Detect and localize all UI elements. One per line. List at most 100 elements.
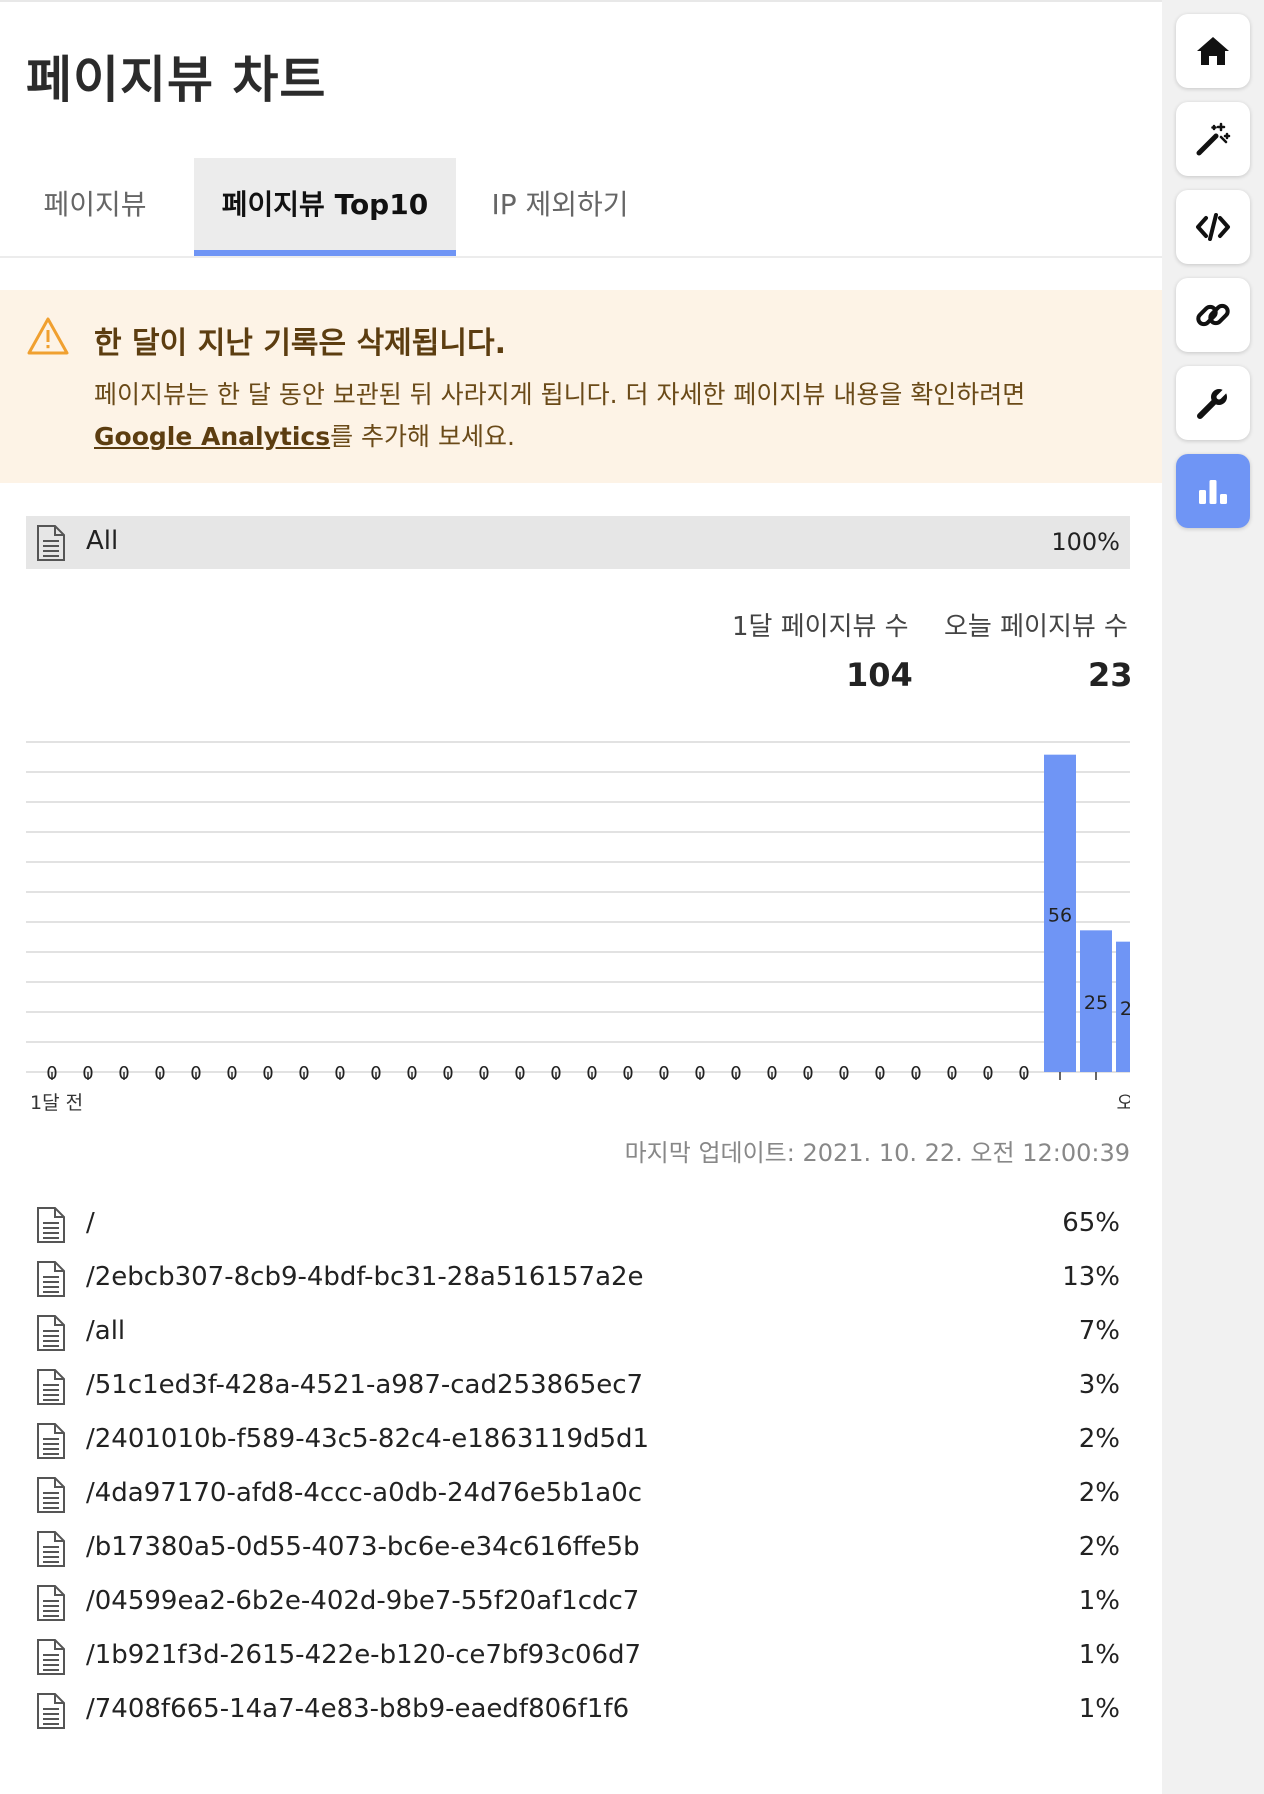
document-icon (37, 1315, 65, 1351)
link-icon (1196, 303, 1230, 327)
page-path: /b17380a5-0d55-4073-bc6e-e34c616ffe5b (86, 1532, 640, 1562)
page-list-item[interactable]: /all 7% (26, 1306, 1130, 1360)
document-icon (37, 525, 65, 561)
page-list-item[interactable]: /2ebcb307-8cb9-4bdf-bc31-28a516157a2e 13% (26, 1252, 1130, 1306)
wrench-icon (1197, 385, 1231, 419)
document-icon (37, 1639, 65, 1675)
today-pageview-value: 23 (1088, 656, 1133, 694)
code-icon (1196, 213, 1230, 241)
bar-value-label: 0 (226, 1063, 237, 1084)
bar-value-label: 0 (334, 1063, 345, 1084)
notice-text-after: 를 추가해 보세요. (330, 422, 515, 451)
bar-value-label: 0 (1018, 1063, 1029, 1084)
tab-pageview[interactable]: 페이지뷰 (20, 158, 170, 256)
document-icon (37, 1261, 65, 1297)
page-list-item[interactable]: /7408f665-14a7-4e83-b8b9-eaedf806f1f6 1% (26, 1684, 1130, 1738)
main-panel: 페이지뷰 차트 페이지뷰 페이지뷰 Top10 IP 제외하기 한 달이 지난 … (0, 0, 1162, 1794)
x-start-label: 1달 전 (30, 1092, 83, 1114)
tab-bar: 페이지뷰 페이지뷰 Top10 IP 제외하기 (0, 158, 1162, 258)
bar-value-label: 0 (622, 1063, 633, 1084)
bar-value-label: 0 (910, 1063, 921, 1084)
bar-value-label: 0 (694, 1063, 705, 1084)
page-percent: 7% (1078, 1316, 1120, 1346)
notice-banner: 한 달이 지난 기록은 삭제됩니다. 페이지뷰는 한 달 동안 보관된 뒤 사라… (0, 290, 1162, 483)
bar-value-label: 0 (838, 1063, 849, 1084)
bar-value-label: 0 (298, 1063, 309, 1084)
page-list-item[interactable]: / 65% (26, 1198, 1130, 1252)
bar-value-label: 0 (46, 1063, 57, 1084)
top-pages-list: / 65% /2ebcb307-8cb9-4bdf-bc31-28a516157a2… (26, 1198, 1130, 1738)
tab-exclude-ip[interactable]: IP 제외하기 (470, 158, 650, 256)
document-icon (37, 1477, 65, 1513)
bar-value-label: 0 (190, 1063, 201, 1084)
bar-value-label: 25 (1084, 992, 1108, 1014)
magic-button[interactable] (1176, 102, 1250, 176)
page-path: /04599ea2-6b2e-402d-9be7-55f20af1cdc7 (86, 1586, 640, 1616)
bar-value-label: 0 (370, 1063, 381, 1084)
bar-value-label: 23 (1120, 998, 1130, 1020)
home-button[interactable] (1176, 14, 1250, 88)
page-percent: 2% (1078, 1478, 1120, 1508)
bar-value-label: 0 (982, 1063, 993, 1084)
page-percent: 1% (1078, 1586, 1120, 1616)
bar-value-label: 0 (262, 1063, 273, 1084)
page-list-item[interactable]: /04599ea2-6b2e-402d-9be7-55f20af1cdc7 1% (26, 1576, 1130, 1630)
bar-value-label: 0 (874, 1063, 885, 1084)
bar-value-label: 0 (658, 1063, 669, 1084)
page-path: /4da97170-afd8-4ccc-a0db-24d76e5b1a0c (86, 1478, 643, 1508)
page-title: 페이지뷰 차트 (26, 51, 327, 109)
page-list-item[interactable]: /1b921f3d-2615-422e-b120-ce7bf93c06d7 1% (26, 1630, 1130, 1684)
bar-value-label: 0 (514, 1063, 525, 1084)
all-pages-percent: 100% (1051, 528, 1120, 556)
page-percent: 65% (1062, 1208, 1120, 1238)
document-icon (37, 1693, 65, 1729)
document-icon (37, 1423, 65, 1459)
page-path: /51c1ed3f-428a-4521-a987-cad253865ec7 (86, 1370, 644, 1400)
month-pageview-label: 1달 페이지뷰 수 (732, 612, 909, 642)
chart-button[interactable] (1176, 454, 1250, 528)
page-percent: 1% (1078, 1640, 1120, 1670)
notice-title: 한 달이 지난 기록은 삭제됩니다. (94, 326, 506, 361)
page-list-item[interactable]: /4da97170-afd8-4ccc-a0db-24d76e5b1a0c 2% (26, 1468, 1130, 1522)
page-percent: 3% (1078, 1370, 1120, 1400)
bar-value-label: 0 (406, 1063, 417, 1084)
notice-text-before: 페이지뷰는 한 달 동안 보관된 뒤 사라지게 됩니다. 더 자세한 페이지뷰 … (94, 380, 1026, 409)
bar-value-label: 0 (118, 1063, 129, 1084)
today-pageview-label: 오늘 페이지뷰 수 (944, 612, 1128, 642)
page-path: /1b921f3d-2615-422e-b120-ce7bf93c06d7 (86, 1640, 642, 1670)
tab-pageview-top10[interactable]: 페이지뷰 Top10 (194, 158, 456, 256)
google-analytics-link[interactable]: Google Analytics (94, 422, 330, 451)
page-list-item[interactable]: /b17380a5-0d55-4073-bc6e-e34c616ffe5b 2% (26, 1522, 1130, 1576)
all-pages-label: All (86, 526, 119, 556)
page-percent: 2% (1078, 1532, 1120, 1562)
document-icon (37, 1207, 65, 1243)
page-path: /all (86, 1316, 126, 1346)
sidebar (1162, 0, 1264, 1794)
bar-value-label: 56 (1048, 904, 1072, 926)
page-path: /2ebcb307-8cb9-4bdf-bc31-28a516157a2e (86, 1262, 644, 1292)
magic-wand-icon (1196, 122, 1231, 156)
document-icon (37, 1369, 65, 1405)
bar-value-label: 0 (442, 1063, 453, 1084)
bar-value-label: 0 (154, 1063, 165, 1084)
code-button[interactable] (1176, 190, 1250, 264)
page-list-item[interactable]: /51c1ed3f-428a-4521-a987-cad253865ec7 3% (26, 1360, 1130, 1414)
bar-value-label: 0 (586, 1063, 597, 1084)
month-pageview-value: 104 (846, 656, 913, 694)
page-list-item[interactable]: /2401010b-f589-43c5-82c4-e1863119d5d1 2% (26, 1414, 1130, 1468)
page-percent: 1% (1078, 1694, 1120, 1724)
page-percent: 13% (1062, 1262, 1120, 1292)
page-path: / (86, 1208, 95, 1238)
bar-chart-icon (1199, 480, 1227, 504)
bar-value-label: 0 (766, 1063, 777, 1084)
bar-value-label: 0 (730, 1063, 741, 1084)
link-button[interactable] (1176, 278, 1250, 352)
settings-button[interactable] (1176, 366, 1250, 440)
bar-value-label: 0 (802, 1063, 813, 1084)
page-percent: 2% (1078, 1424, 1120, 1454)
all-pages-row[interactable]: All 100% (26, 516, 1130, 569)
last-update-text: 마지막 업데이트: 2021. 10. 22. 오전 12:00:39 (624, 1139, 1130, 1167)
x-end-label: 오늘 (1117, 1092, 1130, 1114)
pageview-bar-chart: 0 0 0 0 0 0 0 0 0 0 0 0 0 0 0 0 0 0 0 0 0 0 0 0 0 0 0 0 56 25 23 1달 전 오늘 (26, 741, 1130, 1114)
bar-value-label: 0 (82, 1063, 93, 1084)
